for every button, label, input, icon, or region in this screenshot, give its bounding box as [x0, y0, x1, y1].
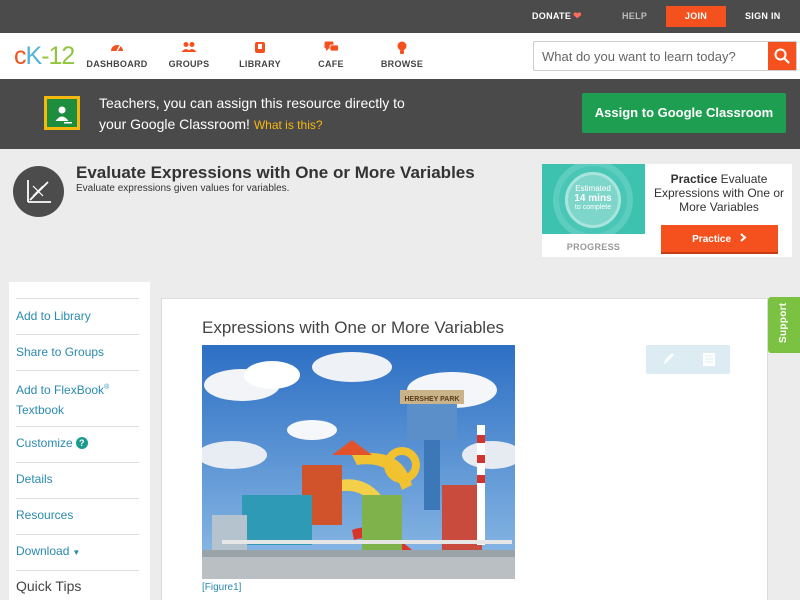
practice-description: Practice Evaluate Expressions with One o…	[653, 172, 785, 214]
donate-link[interactable]: DONATE ❤	[532, 0, 582, 33]
support-tab[interactable]: Support	[768, 297, 800, 353]
resources-link[interactable]: Resources	[16, 505, 139, 525]
divider	[16, 534, 139, 535]
sign-in-link[interactable]: SIGN IN	[745, 0, 781, 33]
heart-icon: ❤	[573, 11, 582, 22]
share-to-groups-link[interactable]: Share to Groups	[16, 342, 139, 362]
notes-button[interactable]	[688, 345, 730, 374]
logo-dash: -	[41, 42, 49, 70]
left-sidebar: Add to Library Share to Groups Add to Fl…	[9, 282, 150, 600]
main-header: cK-12 DASHBOARD GROUPS LIBRARY CAFE BROW…	[0, 33, 800, 79]
textbook-label: Textbook	[16, 403, 65, 417]
help-icon[interactable]: ?	[75, 437, 88, 449]
nav-dashboard-label: DASHBOARD	[86, 59, 148, 69]
practice-button[interactable]: Practice	[661, 225, 778, 254]
logo-c: c	[14, 42, 26, 70]
divider	[16, 334, 139, 335]
support-label: Support	[778, 302, 789, 343]
donate-label: DONATE	[532, 11, 572, 21]
banner-line1: Teachers, you can assign this resource d…	[99, 95, 405, 111]
annotate-button[interactable]	[646, 345, 688, 374]
nav-browse-label: BROWSE	[380, 59, 424, 69]
estimate-ring: Estimated 14 mins to complete	[565, 172, 621, 228]
content-title: Expressions with One or More Variables	[202, 318, 505, 337]
graph-icon	[13, 166, 64, 217]
dashboard-icon	[82, 41, 152, 57]
nav-groups-label: GROUPS	[168, 59, 210, 69]
search-icon	[774, 48, 790, 64]
concept-title: Evaluate Expressions with One or More Va…	[76, 163, 475, 182]
cafe-icon	[296, 41, 366, 57]
add-to-library-link[interactable]: Add to Library	[16, 306, 139, 326]
estimate-minutes: 14 mins	[574, 193, 612, 204]
divider	[16, 426, 139, 427]
divider	[16, 298, 139, 299]
customize-label: Customize	[16, 436, 73, 450]
logo-k: K	[25, 42, 43, 70]
water-park-image: HERSHEY PARK	[202, 345, 515, 579]
banner-text: Teachers, you can assign this resource d…	[99, 93, 519, 136]
quick-tips-heading: Quick Tips	[16, 578, 82, 594]
estimate-suffix: to complete	[574, 204, 612, 211]
browse-icon	[367, 41, 437, 57]
ck12-logo[interactable]: cK-12	[14, 42, 76, 71]
add-to-flexbook-link[interactable]: Add to FlexBook® Textbook	[16, 378, 139, 420]
logo-number: 12	[48, 42, 76, 70]
what-is-this-link[interactable]: What is this?	[254, 118, 323, 132]
estimate-label: Estimated	[575, 184, 611, 193]
nav-library[interactable]: LIBRARY	[225, 41, 295, 69]
progress-badge: Estimated 14 mins to complete PROGRESS	[542, 164, 645, 257]
nav-browse[interactable]: BROWSE	[367, 41, 437, 69]
download-label: Download	[16, 544, 70, 558]
chevron-right-icon	[740, 225, 747, 254]
notes-icon	[703, 353, 715, 366]
content-card: Expressions with One or More Variables H…	[161, 298, 768, 600]
customize-link[interactable]: Customize?	[16, 433, 139, 453]
details-link[interactable]: Details	[16, 469, 139, 489]
help-link[interactable]: HELP	[622, 0, 647, 33]
nav-cafe[interactable]: CAFE	[296, 41, 366, 69]
divider	[16, 570, 139, 571]
nav-cafe-label: CAFE	[318, 59, 344, 69]
divider	[16, 498, 139, 499]
concept-subtitle: Evaluate expressions given values for va…	[76, 183, 290, 194]
library-icon	[225, 41, 295, 57]
search-box	[533, 41, 797, 71]
practice-bold-label: Practice	[670, 172, 718, 186]
google-classroom-banner: Teachers, you can assign this resource d…	[0, 79, 800, 149]
pencil-icon	[664, 353, 674, 364]
practice-card: Estimated 14 mins to complete PROGRESS P…	[542, 164, 792, 257]
google-classroom-icon	[44, 96, 80, 130]
groups-icon	[154, 41, 224, 57]
park-sign-text: HERSHEY PARK	[405, 396, 460, 403]
nav-dashboard[interactable]: DASHBOARD	[82, 41, 152, 69]
join-button[interactable]: JOIN	[666, 6, 726, 27]
nav-library-label: LIBRARY	[239, 59, 281, 69]
caret-down-icon: ▼	[72, 548, 81, 557]
assign-google-classroom-button[interactable]: Assign to Google Classroom	[582, 93, 786, 133]
divider	[16, 370, 139, 371]
top-utility-bar: DONATE ❤ HELP JOIN SIGN IN	[0, 0, 800, 33]
practice-button-label: Practice	[692, 234, 732, 245]
banner-line2: your Google Classroom!	[99, 116, 250, 132]
download-link[interactable]: Download ▼	[16, 541, 139, 563]
flexbook-label: Add to FlexBook	[16, 383, 105, 397]
progress-label: PROGRESS	[566, 242, 621, 252]
main-content: Expressions with One or More Variables H…	[152, 282, 800, 600]
divider	[16, 462, 139, 463]
search-button[interactable]	[768, 42, 796, 70]
search-input[interactable]	[534, 42, 768, 70]
nav-groups[interactable]: GROUPS	[154, 41, 224, 69]
registered-mark: ®	[104, 384, 110, 391]
concept-header: Evaluate Expressions with One or More Va…	[0, 149, 800, 281]
content-toolbar	[646, 345, 730, 374]
figure-caption-link[interactable]: [Figure1]	[202, 582, 241, 593]
